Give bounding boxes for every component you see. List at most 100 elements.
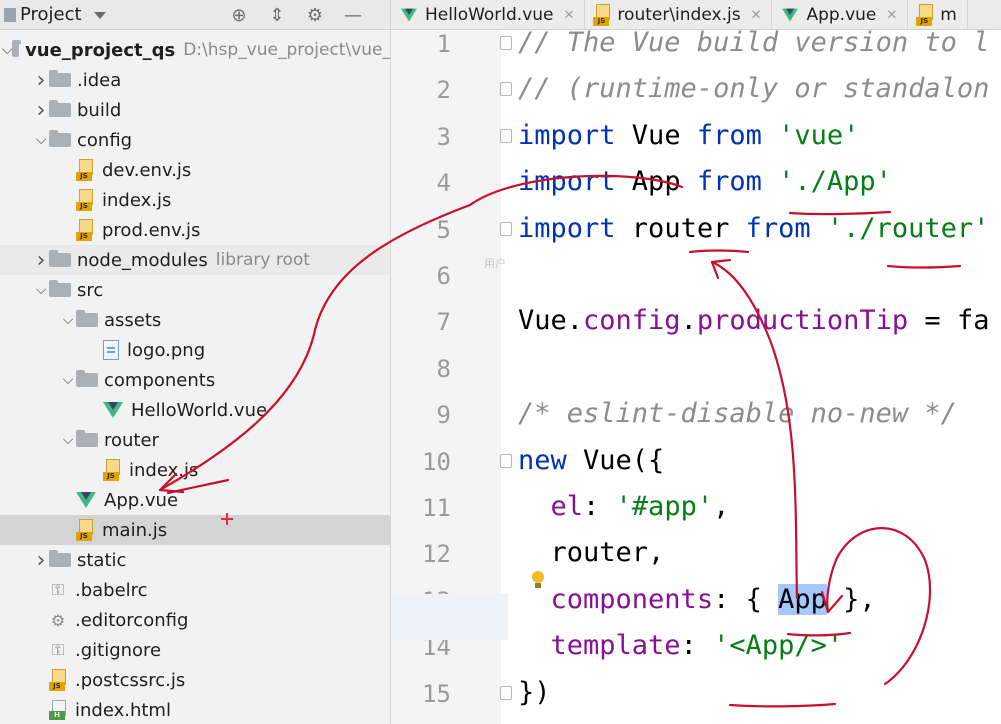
code-editor[interactable]: // The Vue build version to l // (runtime… (508, 30, 1001, 724)
code-token: , (713, 491, 730, 522)
js-file-icon: JS (76, 219, 94, 241)
js-file-icon: JS (76, 519, 94, 541)
tree-item[interactable]: ⚿ .babelrc (0, 575, 390, 605)
code-token: : (583, 491, 616, 522)
chevron-right-icon[interactable]: › (33, 65, 49, 95)
tree-item-label: logo.png (127, 339, 206, 361)
code-line: import App from './App' (518, 166, 892, 197)
lightbulb-icon[interactable] (531, 571, 545, 589)
tree-item-label: App.vue (104, 489, 179, 511)
folder-icon (76, 310, 98, 327)
code-token: components (550, 583, 714, 615)
editor-tab[interactable]: JS router\index.js ✕ (585, 0, 773, 29)
tree-item[interactable]: ⚙ .editorconfig (0, 605, 390, 635)
editor-tab[interactable]: App.vue ✕ (772, 0, 909, 29)
code-token: import (518, 119, 616, 151)
chevron-down-icon[interactable]: ⌵ (2, 35, 13, 65)
tree-item[interactable]: ⌵ vue_project_qs D:\hsp_vue_project\vue_ (0, 35, 390, 65)
code-token: }, (826, 583, 876, 615)
fold-marker-icon[interactable] (500, 453, 512, 468)
chevron-right-icon[interactable]: › (33, 245, 49, 275)
tree-item[interactable]: App.vue (0, 485, 390, 515)
chevron-down-icon[interactable]: ⌵ (60, 305, 76, 335)
line-number: 15 (422, 679, 451, 708)
tree-item[interactable]: JS index.js (0, 185, 390, 215)
tree-item[interactable]: JS .postcssrc.js (0, 665, 390, 695)
tree-item[interactable]: › node_modules library root (0, 245, 390, 275)
code-line: // (runtime-only or standalon (518, 73, 989, 104)
code-token: 'vue' (761, 119, 860, 151)
fold-marker-icon[interactable] (500, 36, 512, 50)
project-view-selector[interactable]: Project (0, 4, 106, 25)
tree-item-label: node_modules (77, 249, 208, 271)
tree-item[interactable]: JS main.js (0, 515, 390, 545)
code-token: productionTip (696, 305, 909, 337)
tree-item-label: components (104, 369, 216, 391)
chevron-right-icon[interactable]: › (33, 545, 49, 575)
js-file-icon: JS (593, 4, 611, 26)
close-icon[interactable]: ✕ (886, 8, 897, 23)
target-icon[interactable]: ⊕ (228, 4, 250, 26)
chevron-down-icon[interactable]: ⌵ (60, 365, 76, 395)
tree-item[interactable]: ⌵ assets (0, 305, 390, 335)
library-root-hint: library root (215, 250, 310, 270)
chevron-down-icon[interactable]: ⌵ (33, 125, 49, 155)
code-token: router (615, 212, 746, 244)
tree-item[interactable]: › .idea (0, 65, 390, 95)
tree-item[interactable]: ⌵ src (0, 275, 390, 305)
code-token: el (550, 491, 584, 522)
minimize-icon[interactable]: — (342, 4, 364, 26)
tree-item[interactable]: JS dev.env.js (0, 155, 390, 185)
chevron-right-icon[interactable]: › (33, 95, 49, 125)
code-line: Vue.config.productionTip = fa (518, 305, 989, 336)
tree-item-label: index.js (129, 459, 199, 481)
chevron-down-icon[interactable]: ⌵ (33, 275, 49, 305)
tree-item[interactable]: › build (0, 95, 390, 125)
fold-marker-icon[interactable] (500, 82, 512, 97)
fold-marker-icon[interactable] (500, 685, 512, 700)
tree-item[interactable]: Hindex.html (0, 695, 390, 724)
tree-item[interactable]: ⚿ .gitignore (0, 635, 390, 665)
collapse-icon[interactable]: ⇕ (266, 4, 288, 26)
editor-tab[interactable]: JS m (908, 0, 968, 29)
fold-marker-icon[interactable] (500, 128, 512, 143)
tree-item[interactable]: ⌵ config (0, 125, 390, 155)
tree-item[interactable]: ⌵ router (0, 425, 390, 455)
chevron-down-icon[interactable]: ⌵ (60, 425, 76, 455)
js-file-icon: JS (103, 459, 121, 481)
gear-icon[interactable]: ⚙ (304, 4, 326, 26)
folder-icon (49, 280, 71, 297)
code-token: App (778, 583, 827, 615)
tree-item-label: assets (104, 309, 162, 331)
code-token: import (518, 212, 616, 244)
editor-tab[interactable]: HelloWorld.vue ✕ (391, 0, 586, 29)
config-file-icon: ⚿ (51, 580, 65, 599)
vue-file-icon (782, 8, 799, 22)
tree-item[interactable]: ⌵ components (0, 365, 390, 395)
tree-item[interactable]: › static (0, 545, 390, 575)
close-icon[interactable]: ✕ (564, 8, 575, 23)
project-tool-window: Project ⊕ ⇕ ⚙ — ⌵ vue_project_qs D:\hsp_vu… (0, 0, 391, 724)
code-line: components: { App }, (518, 583, 876, 615)
editor-tab-bar: HelloWorld.vue ✕ JS router\index.js ✕ App.vue… (391, 0, 1001, 30)
code-token: . (680, 305, 697, 337)
line-number: 11 (422, 494, 451, 522)
fold-marker-icon[interactable] (500, 221, 512, 236)
watermark: 用户 (484, 257, 506, 270)
project-icon (4, 7, 16, 22)
tree-item[interactable]: logo.png (0, 335, 390, 365)
tree-item[interactable]: JS prod.env.js (0, 215, 390, 245)
code-token: /* eslint-disable no-new */ (518, 398, 957, 430)
js-file-icon: JS (49, 669, 67, 691)
code-line: router, (518, 537, 665, 568)
tree-item[interactable]: JS index.js (0, 455, 390, 485)
close-icon[interactable]: ✕ (751, 8, 762, 23)
tree-item[interactable]: HelloWorld.vue (0, 395, 390, 425)
code-line: /* eslint-disable no-new */ (518, 398, 957, 429)
